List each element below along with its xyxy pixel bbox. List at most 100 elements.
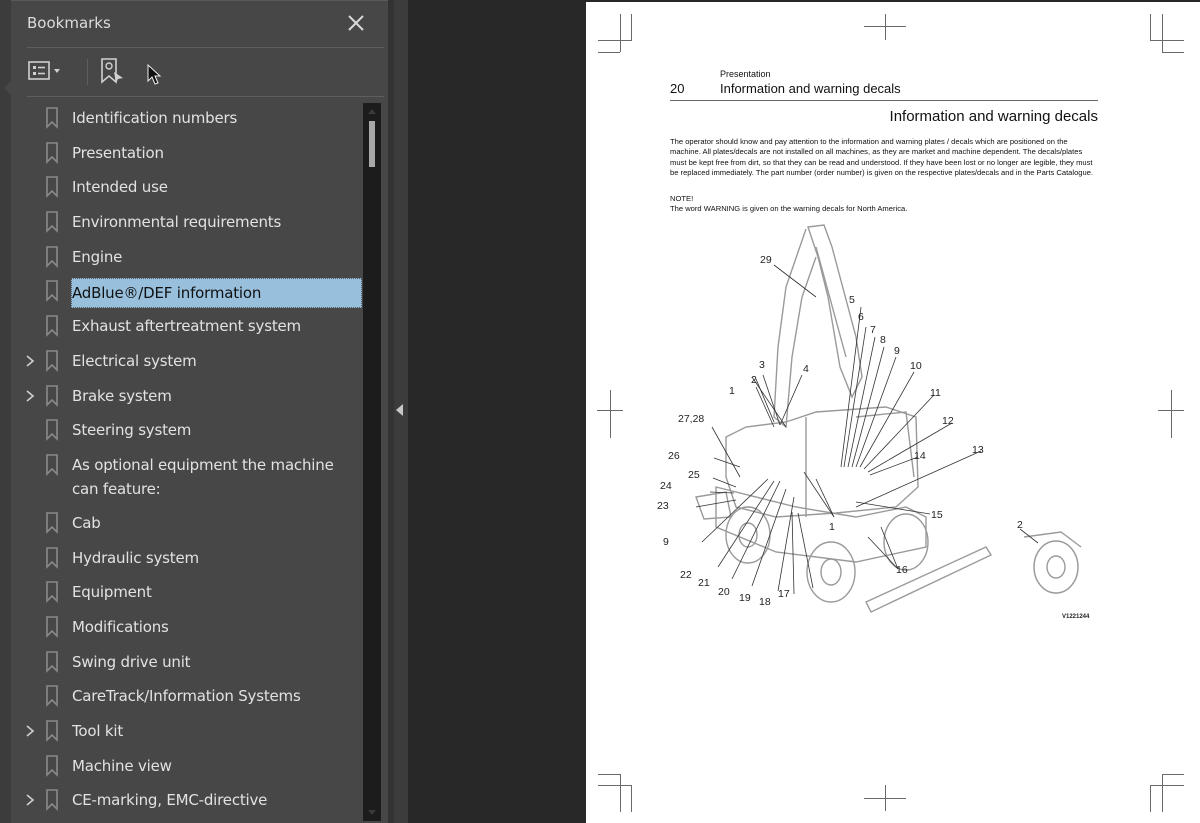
chevron-placeholder [11,240,45,274]
bookmark-icon [45,344,71,378]
bookmark-item[interactable]: Steering system [11,413,363,448]
bookmark-item[interactable]: Intended use [11,170,363,205]
callout-label: 10 [910,360,922,372]
scroll-up-arrow-icon[interactable] [368,109,376,114]
bookmark-item[interactable]: Electrical system [11,344,363,379]
callout-label: 12 [942,415,954,427]
find-current-bookmark-button[interactable] [99,57,125,85]
bookmark-label: Swing drive unit [72,652,191,671]
bookmark-item[interactable]: Modifications [11,610,363,645]
callout-label: 18 [759,596,771,608]
expand-chevron-icon[interactable] [11,379,45,413]
bookmark-label: Hydraulic system [72,548,199,567]
callout-label: 3 [759,359,765,371]
bookmark-item[interactable]: CareTrack/Information Systems [11,679,363,714]
bookmark-item[interactable]: Tool kit [11,714,363,749]
callout-label: 24 [660,480,672,492]
bookmark-item[interactable]: Engine [11,240,363,275]
crop-mark [598,52,620,53]
bookmark-label: CE-marking, EMC-directive [72,791,268,810]
crop-mark [1162,52,1184,53]
bookmark-label: Cab [72,513,101,532]
left-toolbar-strip [0,0,11,823]
machine-decal-diagram: 29 5 6 7 8 9 10 3 2 4 1 11 27,28 12 13 2… [656,217,1116,627]
crop-mark [598,40,632,41]
callout-label: 9 [894,345,900,357]
crop-mark [1162,14,1163,52]
bookmark-label: Environmental requirements [72,213,282,232]
bookmark-item[interactable]: Brake system [11,379,363,414]
callout-label: 9 [663,536,669,548]
bookmark-item[interactable]: AdBlue®/DEF information [11,274,363,309]
callout-label: 2 [1017,519,1023,531]
callout-label: 17 [778,588,790,600]
close-panel-button[interactable] [345,12,367,34]
crop-mark [1150,40,1184,41]
bookmark-item[interactable]: As optional equipment the machine can fe… [11,448,363,506]
bookmark-item[interactable]: Presentation [11,136,363,171]
callout-label: 25 [688,469,700,481]
registration-mark [885,785,886,811]
collapse-panel-arrow-icon[interactable] [396,404,403,416]
chevron-placeholder [11,309,45,343]
bookmark-item[interactable]: Equipment [11,575,363,610]
figure-id: V1221244 [1062,614,1090,620]
bookmarks-panel: Bookmarks Identification numbers Present… [4,0,388,823]
panel-pointer [4,81,11,95]
chevron-placeholder [11,170,45,204]
bookmark-item[interactable]: CE-marking, EMC-directive [11,783,363,818]
bookmark-icon [45,101,71,135]
bookmark-label: Presentation [72,143,164,162]
callout-label: 29 [760,254,772,266]
crop-mark [598,785,632,786]
chevron-placeholder [11,575,45,609]
bookmark-icon [45,205,71,239]
expand-chevron-icon[interactable] [11,344,45,378]
crop-mark [598,774,620,775]
callout-label: 2 [751,374,757,386]
bookmark-icon [45,679,71,713]
chevron-placeholder [11,679,45,713]
bookmark-item[interactable]: Identification numbers [11,101,363,136]
pdf-viewer-app: Bookmarks Identification numbers Present… [0,0,1200,823]
chevron-down-icon [54,69,60,73]
expand-chevron-icon[interactable] [11,783,45,817]
callout-label: 14 [914,450,926,462]
chevron-placeholder [11,413,45,447]
bookmark-icon [45,379,71,413]
bookmarks-toolbar [27,53,384,93]
callout-label: 16 [896,564,908,576]
callout-label: 6 [858,311,864,323]
bookmark-icon [45,448,71,482]
bookmark-scrollbar[interactable] [363,103,381,821]
bookmark-item[interactable]: Cab [11,506,363,541]
options-menu-button[interactable] [27,59,69,85]
bookmark-label: Machine view [72,756,172,775]
callout-label: 1 [729,385,735,397]
bookmark-icon [45,714,71,748]
callout-label: 5 [849,294,855,306]
bookmark-item[interactable]: Swing drive unit [11,645,363,680]
bookmark-label: Engine [72,247,123,266]
chevron-placeholder [11,749,45,783]
bookmark-item[interactable]: Environmental requirements [11,205,363,240]
callout-label: 13 [972,444,984,456]
callout-label: 22 [680,569,692,581]
callout-label: 7 [870,324,876,336]
scroll-down-arrow-icon[interactable] [368,810,376,815]
callout-label: 21 [698,577,710,589]
running-header-title: Information and warning decals [720,81,901,96]
scroll-thumb[interactable] [369,121,375,167]
bookmark-item[interactable]: Machine view [11,749,363,784]
expand-chevron-icon[interactable] [11,714,45,748]
bookmark-icon [45,749,71,783]
callout-label: 11 [930,387,941,399]
bookmark-item[interactable]: Exhaust aftertreatment system [11,309,363,344]
bookmark-icon [45,610,71,644]
excavator-illustration [695,224,1082,613]
bookmark-label: Brake system [72,386,172,405]
divider [27,47,384,48]
bookmark-label: Exhaust aftertreatment system [72,317,301,336]
bookmark-item[interactable]: Hydraulic system [11,541,363,576]
bookmark-icon [45,170,71,204]
